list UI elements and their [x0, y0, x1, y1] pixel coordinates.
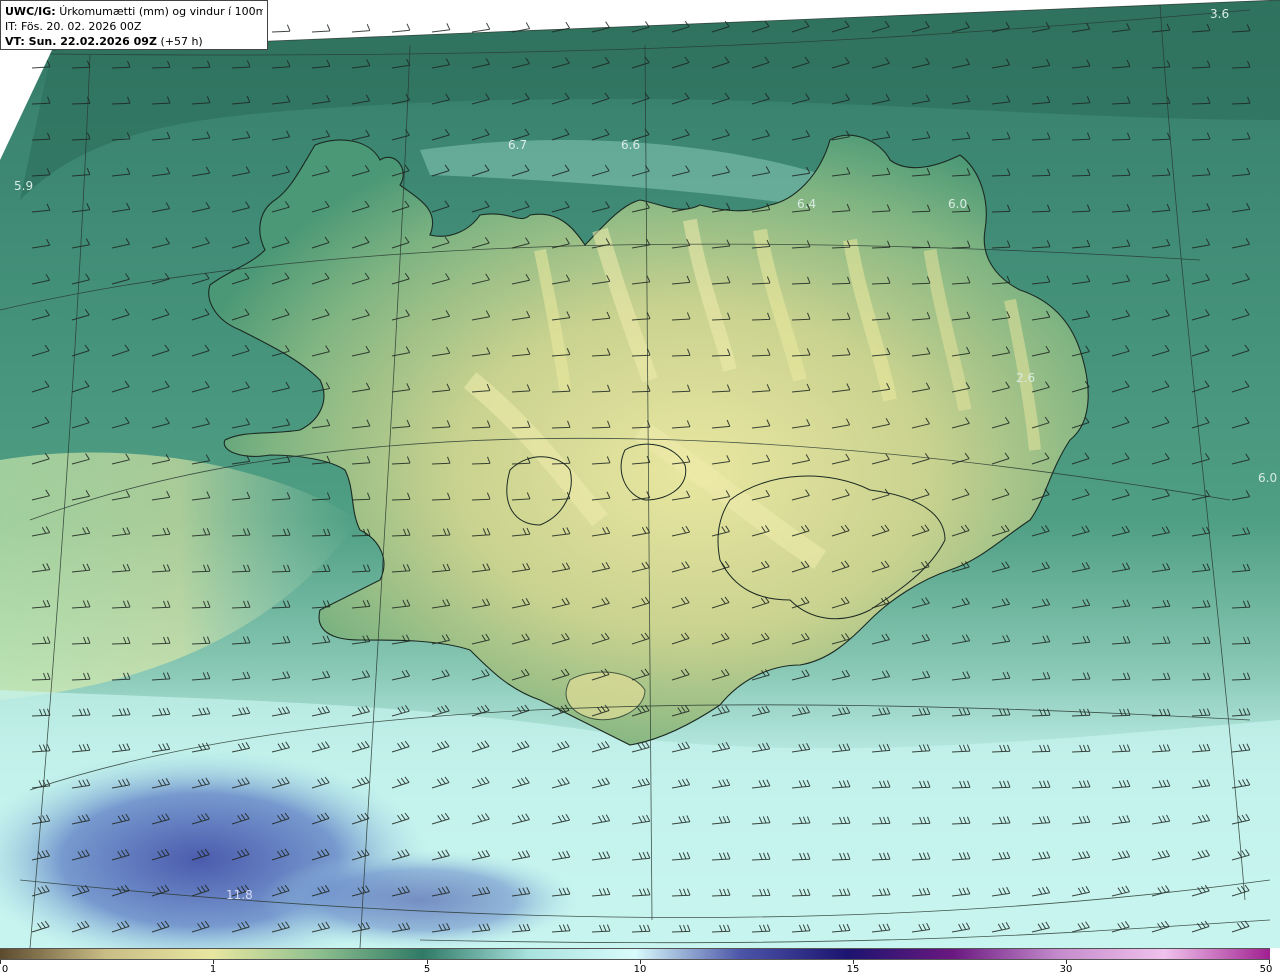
field-name: Úrkomumætti (mm) og vindur í 100m hæð — [59, 5, 263, 18]
colorbar-label: 15 — [846, 964, 860, 975]
map-title-box: UWC/IG: Úrkomumætti (mm) og vindur í 100… — [0, 0, 268, 50]
map-label: 6.4 — [797, 197, 816, 211]
wind-barb — [431, 23, 451, 33]
heavy-precip-area-2 — [260, 850, 580, 948]
wind-barb — [351, 24, 371, 33]
map-label: 6.0 — [948, 197, 967, 211]
colorbar-label: 5 — [423, 964, 431, 975]
wind-barb — [311, 24, 331, 33]
colorbar-label: 10 — [633, 964, 647, 975]
wind-barb — [271, 24, 291, 33]
precipitation-map-canvas: 3.6 6.7 6.6 5.9 6.4 6.0 2.6 6.0 11.8 — [0, 0, 1280, 948]
colorbar: 0 1 5 10 15 30 50 — [0, 948, 1280, 978]
wind-barb — [471, 22, 491, 33]
map-label: 6.7 — [508, 138, 527, 152]
map-label: 6.6 — [621, 138, 640, 152]
map-label: 11.8 — [226, 888, 253, 902]
colorbar-label: 50 — [1259, 964, 1273, 975]
valid-time: VT: Sun. 22.02.2026 09Z — [5, 35, 157, 48]
model-name: UWC/IG: — [5, 5, 56, 18]
colorbar-label: 0 — [1, 964, 9, 975]
colorbar-gradient — [0, 948, 1270, 960]
map-label: 3.6 — [1210, 7, 1229, 21]
lead-time: (+57 h) — [160, 35, 203, 48]
init-time: IT: Fös. 20. 02. 2026 00Z — [5, 20, 142, 33]
title-line: UWC/IG: Úrkomumætti (mm) og vindur í 100… — [5, 4, 263, 19]
map-label: 2.6 — [1016, 371, 1035, 385]
colorbar-label: 1 — [209, 964, 217, 975]
wind-barb — [391, 23, 411, 33]
valid-time-line: VT: Sun. 22.02.2026 09Z (+57 h) — [5, 34, 263, 49]
forecast-map: 3.6 6.7 6.6 5.9 6.4 6.0 2.6 6.0 11.8 UWC… — [0, 0, 1280, 948]
map-label: 6.0 — [1258, 471, 1277, 485]
colorbar-label: 30 — [1059, 964, 1073, 975]
map-label: 5.9 — [14, 179, 33, 193]
